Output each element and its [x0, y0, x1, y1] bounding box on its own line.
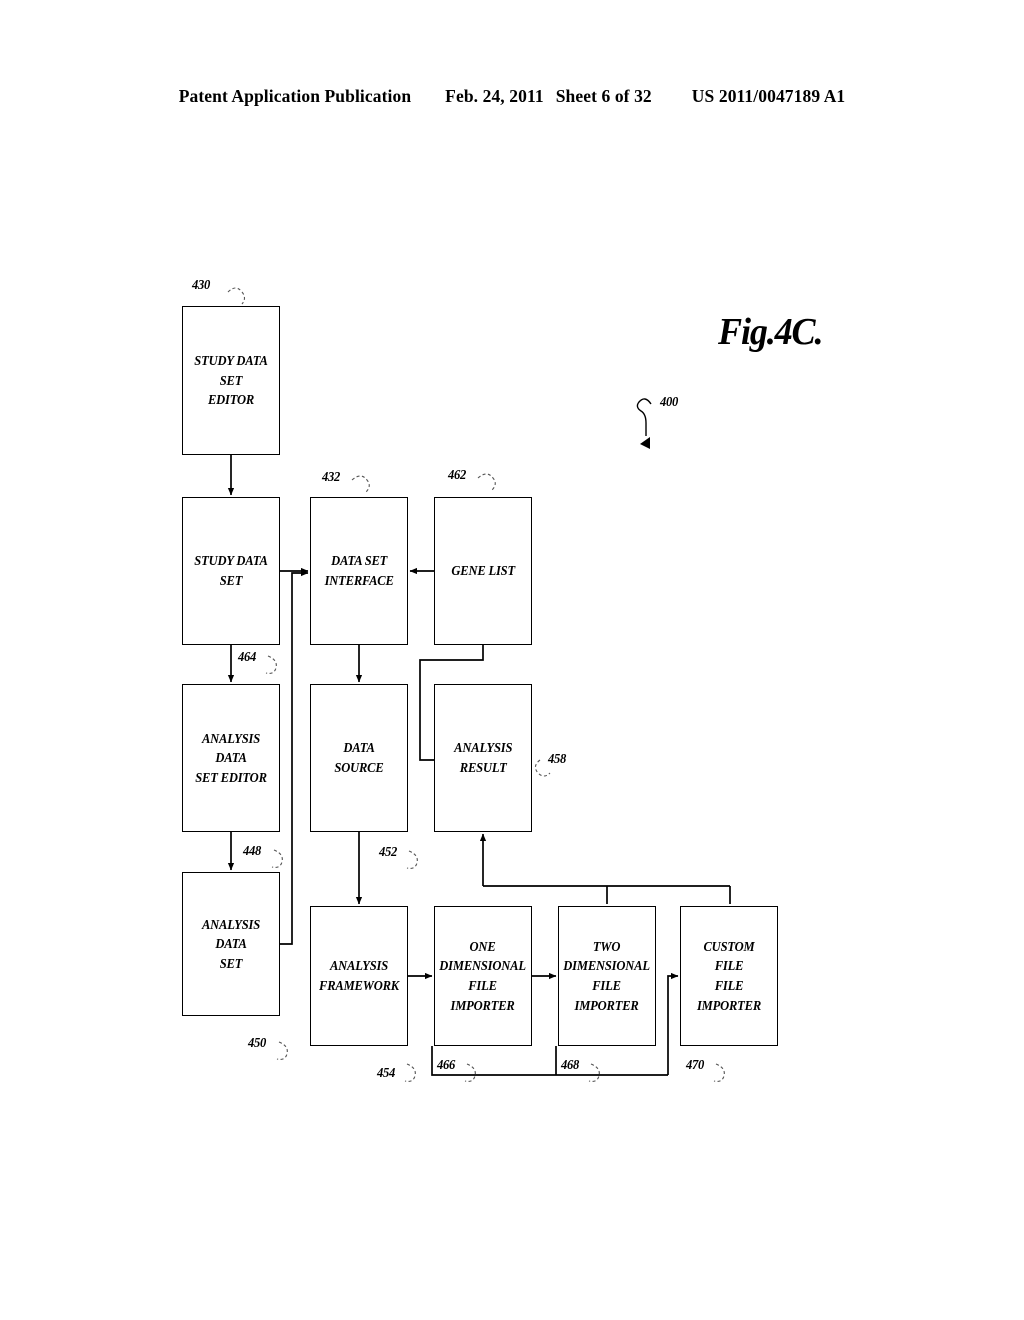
node-data-set-interface: DATA SET INTERFACE [310, 497, 408, 645]
leader-curl-0 [227, 287, 246, 305]
ref-numeral-data-source: 452 [379, 845, 398, 860]
leader-curl-2 [477, 473, 496, 491]
figure-title: Fig.4C. [718, 311, 824, 353]
overall-ref-arrowhead [640, 437, 650, 449]
node-label-study-data-set: STUDY DATA SET [194, 553, 268, 588]
leader-curl-6 [406, 850, 418, 869]
leader-curl-3 [265, 655, 277, 674]
node-label-analysis-data-set-editor: ANALYSIS DATA SET EDITOR [195, 730, 267, 785]
overall-ref-leader [636, 398, 652, 436]
ref-numeral-data-set-interface: 432 [322, 470, 341, 485]
connector-analysis-data-set-to-interface [280, 569, 309, 945]
node-label-study-data-set-editor: STUDY DATA SET EDITOR [194, 353, 268, 408]
node-label-analysis-data-set: ANALYSIS DATA SET [201, 916, 261, 971]
ref-numeral-study-data-set-editor: 430 [192, 278, 211, 293]
node-study-data-set: STUDY DATA SET [182, 497, 280, 645]
leader-curl-1 [351, 475, 370, 493]
ref-numeral-one-dimensional-file-importer: 466 [437, 1058, 456, 1073]
node-label-analysis-framework: ANALYSIS FRAMEWORK [319, 958, 399, 993]
ref-numeral-study-data-set: 464 [238, 650, 257, 665]
node-label-two-dimensional-file-importer: TWO DIMENSIONAL FILE IMPORTER [563, 938, 651, 1013]
node-analysis-result: ANALYSIS RESULT [434, 684, 532, 832]
node-analysis-framework: ANALYSIS FRAMEWORK [310, 906, 408, 1046]
leader-curl-8 [404, 1063, 416, 1082]
node-label-gene-list: GENE LIST [451, 563, 515, 579]
node-two-dimensional-file-importer: TWO DIMENSIONAL FILE IMPORTER [558, 906, 656, 1046]
leader-curl-9 [464, 1063, 476, 1082]
node-analysis-data-set: ANALYSIS DATA SET [182, 872, 280, 1016]
node-custom-file-file-importer: CUSTOM FILE FILE IMPORTER [680, 906, 778, 1046]
connector-two-to-custom-file [667, 972, 679, 1075]
node-analysis-data-set-editor: ANALYSIS DATA SET EDITOR [182, 684, 280, 832]
ref-numeral-analysis-framework: 454 [377, 1066, 396, 1081]
ref-numeral-analysis-data-set: 450 [248, 1036, 267, 1051]
leader-curl-7 [276, 1041, 288, 1060]
ref-numeral-custom-file-file-importer: 470 [686, 1058, 705, 1073]
ref-numeral-gene-list: 462 [448, 468, 467, 483]
leader-curl-5 [271, 849, 283, 868]
leader-curl-10 [588, 1063, 600, 1082]
node-label-analysis-result: ANALYSIS RESULT [453, 740, 513, 775]
node-label-data-source: DATA SOURCE [334, 740, 384, 775]
node-label-data-set-interface: DATA SET INTERFACE [324, 553, 394, 588]
importer-bottom-bus [431, 1046, 668, 1076]
node-one-dimensional-file-importer: ONE DIMENSIONAL FILE IMPORTER [434, 906, 532, 1046]
ref-numeral-figure-overall: 400 [660, 395, 679, 410]
leader-curl-11 [713, 1063, 725, 1082]
node-data-source: DATA SOURCE [310, 684, 408, 832]
ref-numeral-analysis-data-set-editor: 448 [243, 844, 262, 859]
node-label-one-dimensional-file-importer: ONE DIMENSIONAL FILE IMPORTER [439, 938, 527, 1013]
node-gene-list: GENE LIST [434, 497, 532, 645]
node-label-custom-file-file-importer: CUSTOM FILE FILE IMPORTER [696, 938, 762, 1013]
node-study-data-set-editor: STUDY DATA SET EDITOR [182, 306, 280, 455]
ref-numeral-two-dimensional-file-importer: 468 [561, 1058, 580, 1073]
figure-4c-diagram: Fig.4C. STUDY DATA SET EDITOR STUDY DATA … [0, 0, 1024, 1320]
ref-numeral-analysis-result: 458 [548, 752, 567, 767]
connector-layer [227, 287, 731, 1082]
